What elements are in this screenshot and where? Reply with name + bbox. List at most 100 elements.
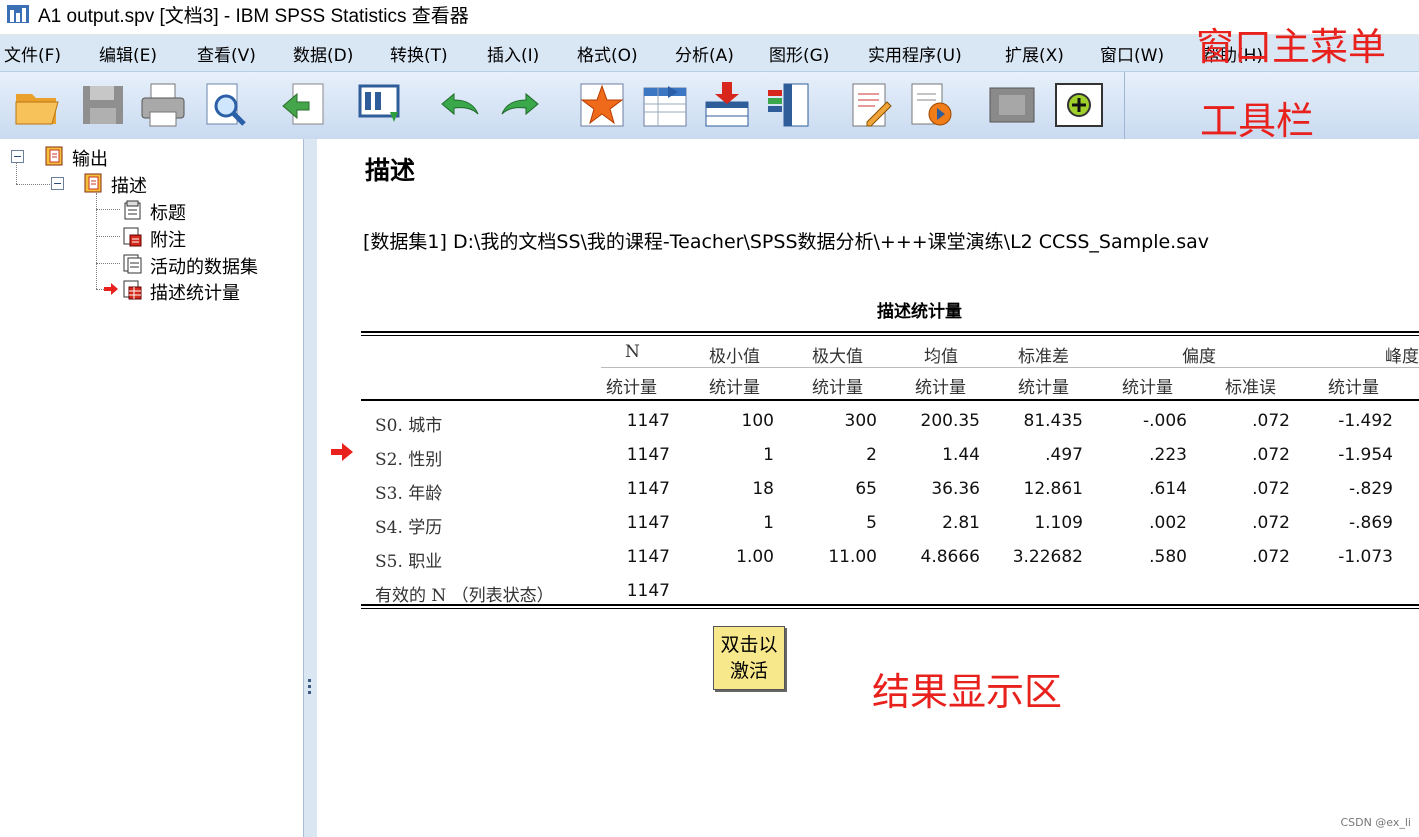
- subheader: 统计量: [915, 378, 966, 398]
- open-icon[interactable]: [12, 80, 62, 130]
- outline-group-label[interactable]: 描述: [111, 172, 147, 198]
- title-item-icon: [124, 200, 141, 220]
- subheader: 统计量: [812, 378, 863, 398]
- table-rule: [361, 331, 1419, 333]
- menu-view[interactable]: 查看(V): [197, 41, 256, 66]
- menu-format[interactable]: 格式(O): [577, 41, 638, 66]
- menu-utilities[interactable]: 实用程序(U): [868, 41, 962, 66]
- outline-pane: 输出 描述 标题 附注 活动的数据集 描述统计量: [0, 139, 303, 837]
- cell-value: 3.22682: [1012, 547, 1083, 567]
- menu-transform[interactable]: 转换(T): [390, 41, 448, 66]
- insert-cases-icon[interactable]: [702, 80, 752, 130]
- col-header-max: 极大值: [812, 347, 863, 367]
- col-header-min: 极小值: [709, 347, 760, 367]
- menu-insert[interactable]: 插入(I): [487, 41, 539, 66]
- cell-value: 1.00: [736, 547, 774, 567]
- dataset-path: [数据集1] D:\我的文档SS\我的课程-Teacher\SPSS数据分析\+…: [363, 231, 1210, 253]
- row-label: S4. 学历: [375, 518, 443, 538]
- outline-root-label[interactable]: 输出: [72, 145, 108, 171]
- export-icon[interactable]: [279, 80, 329, 130]
- tree-connector: [96, 236, 120, 237]
- tree-connector: [96, 193, 97, 289]
- recall-dialog-icon[interactable]: [356, 80, 406, 130]
- menu-file[interactable]: 文件(F): [4, 41, 61, 66]
- output-book-icon: [45, 146, 63, 166]
- cell-value: .580: [1149, 547, 1187, 567]
- print-icon[interactable]: [138, 80, 188, 130]
- splitter-grip: [308, 685, 311, 688]
- menu-window[interactable]: 窗口(W): [1100, 41, 1164, 66]
- subheader: 统计量: [709, 378, 760, 398]
- menu-analyze[interactable]: 分析(A): [675, 41, 734, 66]
- insert-variables-icon[interactable]: [762, 80, 812, 130]
- goto-case-icon[interactable]: [577, 80, 627, 130]
- outline-item-statistics[interactable]: 描述统计量: [150, 279, 240, 305]
- cell-value: 81.435: [1023, 411, 1083, 431]
- cell-value: -1.492: [1338, 411, 1393, 431]
- col-header-kurtosis: 峰度: [1385, 347, 1419, 367]
- menu-graphs[interactable]: 图形(G): [769, 41, 829, 66]
- table-rule: [361, 608, 1419, 609]
- cell-value: 2: [866, 445, 877, 465]
- print-preview-icon[interactable]: [200, 80, 250, 130]
- add-icon[interactable]: [1054, 80, 1104, 130]
- cell-value: -1.954: [1338, 445, 1393, 465]
- save-icon[interactable]: [78, 80, 128, 130]
- cell-value: 12.861: [1023, 479, 1083, 499]
- spss-app-icon: [7, 5, 29, 23]
- cell-value: -.829: [1349, 479, 1393, 499]
- row-label: S0. 城市: [375, 416, 443, 436]
- cell-value: 1147: [626, 581, 670, 601]
- cell-value: 1: [763, 445, 774, 465]
- outline-item-title[interactable]: 标题: [150, 199, 186, 225]
- row-label: S5. 职业: [375, 552, 443, 572]
- cell-value: 1: [763, 513, 774, 533]
- menu-data[interactable]: 数据(D): [293, 41, 353, 66]
- tree-connector: [96, 263, 120, 264]
- cell-value: 11.00: [828, 547, 877, 567]
- cell-value: 1147: [626, 445, 670, 465]
- cell-value: .072: [1252, 411, 1290, 431]
- activate-note-line: 双击以: [720, 634, 778, 656]
- annotation-toolbar: 工具栏: [1200, 99, 1315, 143]
- cell-value: .002: [1149, 513, 1187, 533]
- notes-item-icon: [123, 227, 142, 247]
- col-header-std: 标准差: [1018, 347, 1069, 367]
- viewer-off-icon[interactable]: [987, 80, 1037, 130]
- redo-icon[interactable]: [496, 80, 546, 130]
- statistics-table-item-icon: [123, 280, 142, 300]
- table-rule: [361, 335, 1419, 336]
- cell-value: -.869: [1349, 513, 1393, 533]
- subheader: 统计量: [606, 378, 657, 398]
- table-title[interactable]: 描述统计量: [877, 297, 962, 322]
- selected-row-arrow-icon: [331, 443, 353, 461]
- cell-value: .614: [1149, 479, 1187, 499]
- cell-value: .072: [1252, 479, 1290, 499]
- menu-edit[interactable]: 编辑(E): [99, 41, 157, 66]
- tree-connector: [16, 163, 17, 184]
- activate-note-line: 激活: [729, 660, 768, 682]
- collapse-toggle[interactable]: [11, 150, 24, 163]
- table-rule: [361, 399, 1419, 401]
- goto-variable-icon[interactable]: [640, 80, 690, 130]
- menu-extensions[interactable]: 扩展(X): [1005, 41, 1064, 66]
- descriptives-book-icon: [84, 173, 102, 193]
- double-click-activate-note[interactable]: 双击以 激活: [713, 626, 785, 690]
- toolbar-separator: [1124, 72, 1125, 139]
- run-script-icon[interactable]: [906, 80, 956, 130]
- row-label: S3. 年龄: [375, 484, 443, 504]
- collapse-toggle[interactable]: [51, 177, 64, 190]
- cell-value: .223: [1149, 445, 1187, 465]
- cell-value: -.006: [1143, 411, 1187, 431]
- results-pane: 描述 [数据集1] D:\我的文档SS\我的课程-Teacher\SPSS数据分…: [317, 139, 1419, 837]
- outline-item-active-dataset[interactable]: 活动的数据集: [150, 253, 258, 279]
- cell-value: 1147: [626, 479, 670, 499]
- subheader: 标准误: [1225, 378, 1276, 398]
- designate-window-icon[interactable]: [845, 80, 895, 130]
- row-label: S2. 性别: [375, 450, 443, 470]
- undo-icon[interactable]: [434, 80, 484, 130]
- col-header-n: N: [625, 342, 640, 362]
- cell-value: 5: [866, 513, 877, 533]
- outline-item-notes[interactable]: 附注: [150, 226, 186, 252]
- header-divider: [601, 367, 1419, 368]
